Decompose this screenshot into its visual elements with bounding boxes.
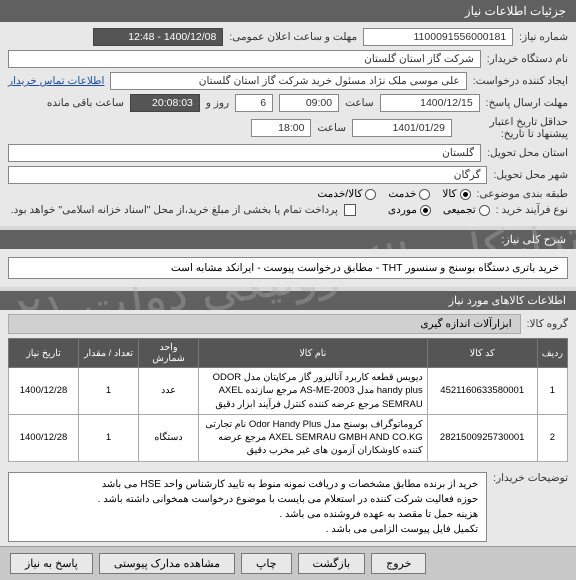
buyer-org-field: شرکت گاز استان گلستان <box>8 50 481 68</box>
radio-khadamat[interactable]: خدمت <box>388 188 430 200</box>
radio-moredi[interactable]: موردی <box>388 204 431 216</box>
buyer-notes: خرید از برنده مطابق مشخصات و دریافت نمون… <box>8 472 487 542</box>
items-table: ردیف کد کالا نام کالا واحد شمارش تعداد /… <box>8 338 568 462</box>
checkbox-label: پرداخت تمام یا بخشی از مبلغ خرید،از محل … <box>11 204 338 216</box>
th-idx: ردیف <box>537 339 567 368</box>
radio-kala[interactable]: کالا <box>442 188 470 200</box>
table-header-row: ردیف کد کالا نام کالا واحد شمارش تعداد /… <box>9 339 568 368</box>
radio-empty-icon <box>419 189 430 200</box>
th-unit: واحد شمارش <box>139 339 199 368</box>
items-heading-bar: اطلاعات کالاهای مورد نیاز <box>0 291 576 310</box>
docs-button[interactable]: مشاهده مدارک پیوستی <box>99 553 235 574</box>
panel-title: جزئیات اطلاعات نیاز <box>465 4 566 18</box>
group-label: گروه کالا: <box>527 318 568 330</box>
radio-tajmi[interactable]: تجمیعی <box>443 204 490 216</box>
panel-header: جزئیات اطلاعات نیاز <box>0 0 576 22</box>
th-date: تاریخ نیاز <box>9 339 79 368</box>
th-name: نام کالا <box>199 339 428 368</box>
respond-button[interactable]: پاسخ به نیاز <box>10 553 93 574</box>
deadline-time-field: 09:00 <box>279 94 339 112</box>
buytype-radio-group: تجمیعی موردی <box>388 204 490 216</box>
announce-label: مهلت و ساعت اعلان عمومی: <box>229 31 357 43</box>
city-field: گرگان <box>8 166 487 184</box>
time-label-1: ساعت <box>345 97 374 109</box>
exit-button[interactable]: خروج <box>371 553 426 574</box>
day-label: روز و <box>206 97 229 109</box>
radio-both[interactable]: کالا/خدمت <box>317 188 376 200</box>
need-title-box: خرید باتری دستگاه بوسنج و سنسور THT - مط… <box>8 257 568 279</box>
days-field: 6 <box>235 94 273 112</box>
price-deadline-label: حداقل تاریخ اعتبار پیشنهاد تا تاریخ: <box>458 116 568 140</box>
table-row: 2 2821500925730001 کروماتوگراف بوسنج مدل… <box>9 414 568 461</box>
contact-link[interactable]: اطلاعات تماس خریدار <box>8 75 104 87</box>
time-label-2: ساعت <box>317 122 346 134</box>
deadline-date-field: 1400/12/15 <box>380 94 480 112</box>
group-value: ابزارآلات اندازه گیری <box>8 314 521 334</box>
requester-field: علی موسی ملک نژاد مسئول خرید شرکت گاز اس… <box>110 72 466 90</box>
th-code: کد کالا <box>427 339 537 368</box>
province-label: استان محل تحویل: <box>487 147 568 159</box>
need-no-field: 1100091556000181 <box>363 28 513 46</box>
remain-label: ساعت باقی مانده <box>47 97 124 109</box>
radio-dot-icon <box>420 205 431 216</box>
buyer-org-label: نام دستگاه خریدار: <box>487 53 568 65</box>
need-title-bar: شرح کلی نیاز: <box>0 230 576 249</box>
class-label: طبقه بندی موضوعی: <box>477 188 568 200</box>
city-label: شهر محل تحویل: <box>493 169 568 181</box>
price-time-field: 18:00 <box>251 119 311 137</box>
announce-field: 1400/12/08 - 12:48 <box>93 28 223 46</box>
footer-bar: پاسخ به نیاز مشاهده مدارک پیوستی چاپ باز… <box>0 546 576 580</box>
need-no-label: شماره نیاز: <box>519 31 568 43</box>
remain-time-field: 20:08:03 <box>130 94 200 112</box>
requester-label: ایجاد کننده درخواست: <box>473 75 568 87</box>
notes-label: توضیحات خریدار: <box>493 468 568 484</box>
radio-empty-icon <box>365 189 376 200</box>
province-field: گلستان <box>8 144 481 162</box>
radio-empty-icon <box>479 205 490 216</box>
radio-dot-icon <box>460 189 471 200</box>
back-button[interactable]: بازگشت <box>298 553 366 574</box>
th-qty: تعداد / مقدار <box>79 339 139 368</box>
buytype-label: نوع فرآیند خرید : <box>496 204 568 216</box>
price-date-field: 1401/01/29 <box>352 119 452 137</box>
class-radio-group: کالا خدمت کالا/خدمت <box>317 188 470 200</box>
treasury-checkbox[interactable] <box>344 204 356 216</box>
send-deadline-label: مهلت ارسال پاسخ: <box>486 97 568 109</box>
table-row: 1 4521160633580001 دیویس قطعه کاربرد آنا… <box>9 368 568 415</box>
print-button[interactable]: چاپ <box>241 553 292 574</box>
